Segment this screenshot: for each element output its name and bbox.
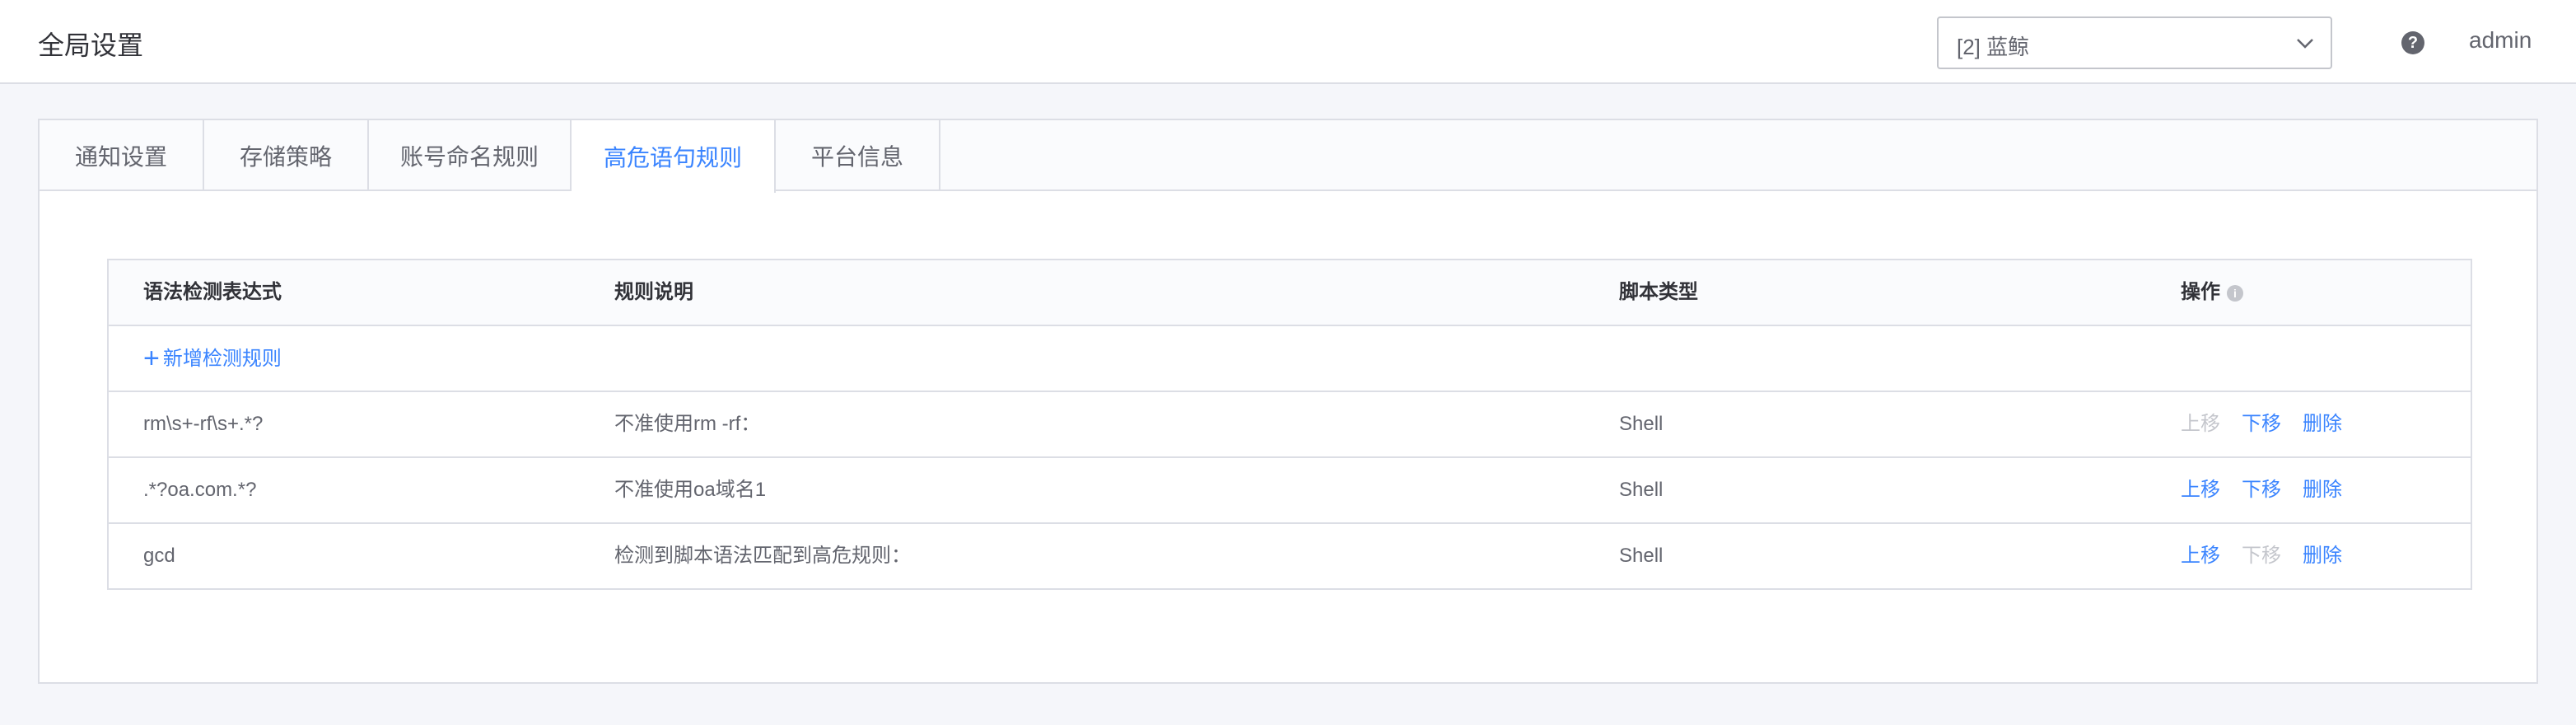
tab-storage-policy[interactable]: 存储策略 xyxy=(204,120,369,191)
help-icon[interactable]: ? xyxy=(2401,31,2424,54)
info-icon[interactable]: i xyxy=(2227,284,2243,302)
table-header-row: 语法检测表达式 规则说明 脚本类型 操作 i xyxy=(109,260,2471,326)
rule-expression: rm\s+-rf\s+.*? xyxy=(143,413,264,435)
move-down-button[interactable]: 下移 xyxy=(2242,413,2281,435)
column-header-description: 规则说明 xyxy=(614,281,693,303)
rule-expression: .*?oa.com.*? xyxy=(143,479,257,501)
tab-bar: 通知设置 存储策略 账号命名规则 高危语句规则 平台信息 xyxy=(40,120,2536,193)
rules-table: 语法检测表达式 规则说明 脚本类型 操作 i + 新增检测规则 rm\s+-rf\s… xyxy=(107,259,2472,590)
table-row: rm\s+-rf\s+.*? 不准使用rm -rf： Shell 上移 下移 删除 xyxy=(109,392,2471,458)
row-actions: 上移 下移 删除 xyxy=(2181,524,2364,588)
column-header-actions-label: 操作 xyxy=(2181,281,2220,303)
tab-account-naming-rules[interactable]: 账号命名规则 xyxy=(369,120,572,191)
rule-script-type: Shell xyxy=(1619,545,1664,567)
row-actions: 上移 下移 删除 xyxy=(2181,458,2364,522)
column-header-script-type: 脚本类型 xyxy=(1619,281,1698,303)
delete-button[interactable]: 删除 xyxy=(2303,545,2342,567)
column-header-actions: 操作 i xyxy=(2181,260,2243,325)
move-down-button[interactable]: 下移 xyxy=(2242,545,2281,567)
move-up-button[interactable]: 上移 xyxy=(2181,479,2220,501)
tab-dangerous-statement-rules[interactable]: 高危语句规则 xyxy=(572,120,776,193)
page-title: 全局设置 xyxy=(38,30,144,60)
tab-platform-info[interactable]: 平台信息 xyxy=(776,120,940,191)
row-actions: 上移 下移 删除 xyxy=(2181,392,2364,456)
rule-description: 不准使用oa域名1 xyxy=(614,479,767,501)
tab-notification-settings[interactable]: 通知设置 xyxy=(40,120,204,191)
move-up-button[interactable]: 上移 xyxy=(2181,545,2220,567)
settings-panel: 通知设置 存储策略 账号命名规则 高危语句规则 平台信息 语法检测表达式 规则说… xyxy=(38,119,2538,684)
business-select[interactable]: [2] 蓝鲸 xyxy=(1937,16,2332,69)
move-down-button[interactable]: 下移 xyxy=(2242,479,2281,501)
business-select-value: [2] 蓝鲸 xyxy=(1957,35,2030,59)
move-up-button[interactable]: 上移 xyxy=(2181,413,2220,435)
delete-button[interactable]: 删除 xyxy=(2303,413,2342,435)
chevron-down-icon xyxy=(2297,39,2313,49)
rule-description: 不准使用rm -rf： xyxy=(614,413,761,435)
column-header-expression: 语法检测表达式 xyxy=(143,281,282,303)
table-row: gcd 检测到脚本语法匹配到高危规则： Shell 上移 下移 删除 xyxy=(109,524,2471,590)
rule-description: 检测到脚本语法匹配到高危规则： xyxy=(614,545,911,567)
rule-expression: gcd xyxy=(143,545,175,567)
rule-script-type: Shell xyxy=(1619,479,1664,501)
plus-icon: + xyxy=(143,343,160,374)
add-rule-row: + 新增检测规则 xyxy=(109,326,2471,392)
top-header: 全局设置 [2] 蓝鲸 ? admin xyxy=(0,0,2576,84)
rule-script-type: Shell xyxy=(1619,413,1664,435)
delete-button[interactable]: 删除 xyxy=(2303,479,2342,501)
table-row: .*?oa.com.*? 不准使用oa域名1 Shell 上移 下移 删除 xyxy=(109,458,2471,524)
add-rule-button[interactable]: + 新增检测规则 xyxy=(143,326,282,391)
add-rule-label: 新增检测规则 xyxy=(162,348,282,370)
user-name[interactable]: admin xyxy=(2469,27,2532,54)
